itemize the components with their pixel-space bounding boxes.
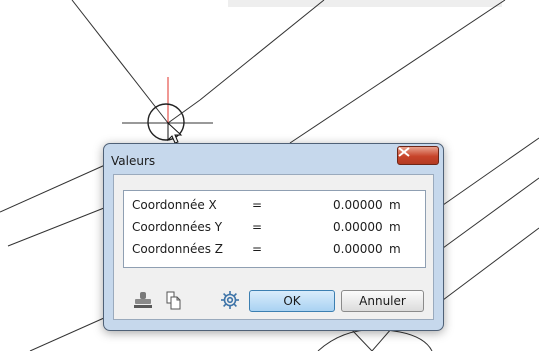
value-label: Coordonnée X xyxy=(132,198,217,212)
value-label: Coordonnées Z xyxy=(132,242,224,256)
value-number: 0.00000 xyxy=(333,220,383,234)
drawing-line-8 xyxy=(442,177,539,249)
settings-button[interactable] xyxy=(219,289,241,311)
drawing-line-3 xyxy=(199,0,325,101)
close-icon xyxy=(398,147,410,157)
copy-button[interactable] xyxy=(164,290,186,312)
copy-icon xyxy=(166,291,181,310)
stamp-icon xyxy=(134,292,152,308)
drawing-line-4 xyxy=(0,164,106,213)
dialog-body: Coordonnée X = 0.00000 m Coordonnées Y =… xyxy=(113,174,434,320)
cancel-button[interactable]: Annuler xyxy=(341,290,424,312)
cad-canvas[interactable]: Valeurs Coordonnée X = 0.00000 m Coordon… xyxy=(0,0,539,351)
value-unit: m xyxy=(389,198,401,212)
close-button[interactable] xyxy=(397,146,439,165)
value-row-z[interactable]: Coordonnées Z = 0.00000 m xyxy=(124,239,427,261)
drawing-line-9 xyxy=(442,227,539,301)
value-equals: = xyxy=(252,220,263,234)
value-equals: = xyxy=(252,242,263,256)
value-unit: m xyxy=(389,220,401,234)
value-row-y[interactable]: Coordonnées Y = 0.00000 m xyxy=(124,217,427,239)
value-equals: = xyxy=(252,198,263,212)
drawing-line-5 xyxy=(289,0,506,144)
ok-button[interactable]: OK xyxy=(249,290,335,312)
gear-icon xyxy=(221,291,239,309)
drawing-line-7 xyxy=(442,137,539,206)
value-number: 0.00000 xyxy=(333,198,383,212)
dialog-title: Valeurs xyxy=(111,154,156,168)
drawing-line-1 xyxy=(71,0,169,124)
drawing-line-6 xyxy=(7,207,105,247)
value-unit: m xyxy=(389,242,401,256)
dialog-titlebar[interactable]: Valeurs xyxy=(104,144,443,178)
stamp-button[interactable] xyxy=(133,290,155,312)
values-list: Coordonnée X = 0.00000 m Coordonnées Y =… xyxy=(123,190,426,268)
value-label: Coordonnées Y xyxy=(132,220,223,234)
value-number: 0.00000 xyxy=(333,242,383,256)
drawing-line-10 xyxy=(29,317,105,351)
values-dialog: Valeurs Coordonnée X = 0.00000 m Coordon… xyxy=(103,143,444,331)
value-row-x[interactable]: Coordonnée X = 0.00000 m xyxy=(124,195,427,217)
